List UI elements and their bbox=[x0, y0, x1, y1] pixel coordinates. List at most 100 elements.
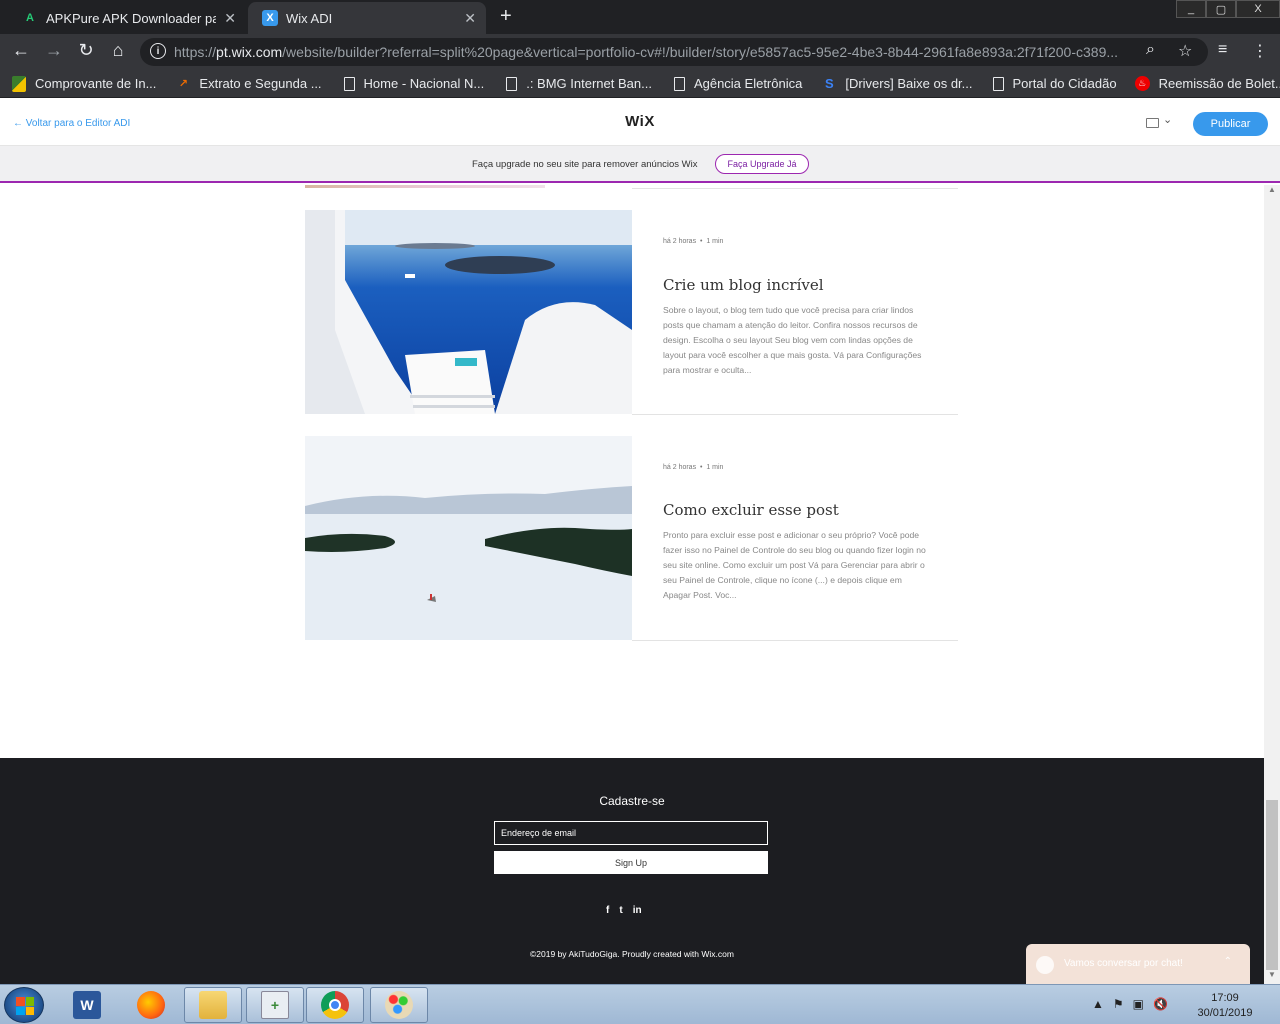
upgrade-message: Faça upgrade no seu site para remover an… bbox=[472, 159, 698, 170]
wix-logo: WiX bbox=[625, 113, 655, 130]
extensions-icon[interactable]: ≡ bbox=[1218, 41, 1227, 59]
chat-bubble-icon bbox=[1036, 956, 1054, 974]
window-controls: _ ▢ X bbox=[1176, 0, 1280, 18]
post-title[interactable]: Crie um blog incrível bbox=[663, 276, 824, 294]
new-tab-icon[interactable]: + bbox=[500, 5, 512, 28]
bookmark-star-icon[interactable]: ☆ bbox=[1178, 41, 1192, 61]
chat-widget[interactable]: Vamos conversar por chat! ⌃ bbox=[1026, 944, 1250, 984]
chrome-icon[interactable] bbox=[306, 987, 364, 1023]
start-button[interactable] bbox=[4, 987, 44, 1023]
url-path: /website/builder?referral=split%20page&v… bbox=[282, 44, 1119, 60]
wix-adi-icon: X bbox=[262, 10, 278, 26]
post-image-santorini[interactable] bbox=[305, 210, 632, 414]
sign-up-button[interactable]: Sign Up bbox=[494, 851, 768, 874]
bookmark-item[interactable]: Portal do Cidadão bbox=[992, 76, 1117, 91]
page-icon bbox=[992, 76, 1004, 91]
action-center-flag-icon[interactable]: ⚑ bbox=[1113, 997, 1124, 1011]
paint-icon[interactable] bbox=[370, 987, 428, 1023]
site-info-icon[interactable]: i bbox=[150, 43, 166, 59]
divider bbox=[632, 188, 958, 189]
bookmark-item[interactable]: .: BMG Internet Ban... bbox=[506, 76, 652, 91]
bookmark-item[interactable]: ↗ Extrato e Segunda ... bbox=[176, 76, 322, 92]
close-window-button[interactable]: X bbox=[1236, 0, 1280, 18]
home-icon[interactable]: ⌂ bbox=[106, 40, 130, 61]
social-links: f t in bbox=[606, 905, 642, 916]
clock-time: 17:09 bbox=[1211, 992, 1239, 1004]
windows-taskbar: W + ▲ ⚑ ▣ 🔇 17:09 30/01/2019 bbox=[0, 984, 1280, 1024]
post-image-lake[interactable] bbox=[305, 436, 632, 640]
back-arrow-icon[interactable]: ← bbox=[9, 40, 33, 61]
blog-post-card[interactable]: há 2 horas • 1 min Crie um blog incrível… bbox=[305, 210, 958, 414]
s-icon: S bbox=[825, 76, 834, 91]
divider bbox=[632, 640, 958, 641]
forward-arrow-icon[interactable]: → bbox=[42, 40, 66, 61]
close-tab-icon[interactable]: ✕ bbox=[464, 10, 476, 27]
bookmarks-bar: Comprovante de In... ↗ Extrato e Segunda … bbox=[0, 70, 1280, 98]
post-meta: há 2 horas • 1 min bbox=[663, 238, 724, 245]
chevron-down-icon[interactable]: ⌄ bbox=[1163, 113, 1172, 126]
bookmark-item[interactable]: S [Drivers] Baixe os dr... bbox=[822, 76, 973, 92]
url-host: pt.wix.com bbox=[216, 44, 283, 60]
browser-tabstrip: A APKPure APK Downloader para A ✕ X Wix … bbox=[0, 0, 1280, 34]
system-tray: ▲ ⚑ ▣ 🔇 bbox=[1092, 997, 1168, 1011]
scrollbar-thumb[interactable] bbox=[1266, 800, 1278, 970]
menu-icon[interactable]: ⋮ bbox=[1252, 41, 1268, 61]
post-excerpt: Pronto para excluir esse post e adiciona… bbox=[663, 530, 926, 600]
chevron-up-icon[interactable]: ⌃ bbox=[1224, 956, 1232, 967]
network-icon[interactable]: ▣ bbox=[1133, 997, 1144, 1011]
signup-title: Cadastre-se bbox=[599, 794, 665, 808]
email-field[interactable] bbox=[494, 821, 768, 845]
scroll-up-icon[interactable]: ▲ bbox=[1264, 185, 1280, 199]
minimize-button[interactable]: _ bbox=[1176, 0, 1206, 18]
scroll-down-icon[interactable]: ▼ bbox=[1264, 970, 1280, 984]
clock-date: 30/01/2019 bbox=[1197, 1007, 1253, 1019]
tab-title: Wix ADI bbox=[286, 10, 333, 26]
close-tab-icon[interactable]: ✕ bbox=[224, 10, 236, 27]
blog-post-card[interactable]: há 2 horas • 1 min Como excluir esse pos… bbox=[305, 436, 958, 640]
tab-apkpure[interactable]: A APKPure APK Downloader para A ✕ bbox=[8, 2, 246, 34]
browser-toolbar: ← → ↻ ⌂ https://pt.wix.com/website/build… bbox=[0, 34, 1280, 70]
boleto-icon: ↗ bbox=[178, 78, 189, 90]
upgrade-banner: Faça upgrade no seu site para remover an… bbox=[0, 146, 1280, 183]
page-icon bbox=[343, 76, 355, 91]
bookmark-item[interactable]: ♨ Reemissão de Bolet... bbox=[1134, 76, 1280, 91]
bookmark-item[interactable]: Comprovante de In... bbox=[12, 75, 156, 92]
santander-icon: ♨ bbox=[1134, 76, 1150, 91]
divider bbox=[632, 414, 958, 415]
facebook-icon[interactable]: f bbox=[606, 905, 609, 916]
editor-header: ← Voltar para o Editor ADI WiX ⌄ Publica… bbox=[0, 98, 1280, 146]
bookmark-item[interactable]: Home - Nacional N... bbox=[343, 76, 484, 91]
bookmark-item[interactable]: Agência Eletrônica bbox=[673, 76, 802, 91]
url-prefix: https:// bbox=[174, 44, 217, 60]
twitter-icon[interactable]: t bbox=[619, 905, 622, 916]
chat-label: Vamos conversar por chat! bbox=[1064, 958, 1183, 969]
page-scrollbar[interactable]: ▲ ▼ bbox=[1264, 185, 1280, 984]
system-clock[interactable]: 17:09 30/01/2019 bbox=[1190, 991, 1260, 1021]
site-preview: há 2 horas • 1 min Crie um blog incrível… bbox=[0, 185, 1264, 758]
previous-post-image bbox=[305, 185, 545, 188]
page-icon bbox=[506, 76, 518, 91]
flag-icon bbox=[12, 75, 26, 92]
word-icon[interactable]: W bbox=[58, 987, 116, 1023]
tab-title: APKPure APK Downloader para A bbox=[46, 10, 216, 26]
post-meta: há 2 horas • 1 min bbox=[663, 464, 724, 471]
reload-icon[interactable]: ↻ bbox=[74, 40, 98, 61]
apkpure-icon: A bbox=[26, 12, 34, 24]
linkedin-icon[interactable]: in bbox=[633, 905, 642, 916]
zoom-icon[interactable]: ⌕ bbox=[1146, 41, 1155, 59]
show-hidden-icons-icon[interactable]: ▲ bbox=[1092, 997, 1104, 1011]
volume-muted-icon[interactable]: 🔇 bbox=[1153, 997, 1168, 1011]
address-bar[interactable]: https://pt.wix.com/website/builder?refer… bbox=[140, 38, 1208, 66]
post-excerpt: Sobre o layout, o blog tem tudo que você… bbox=[663, 305, 922, 375]
post-title[interactable]: Como excluir esse post bbox=[663, 501, 839, 519]
firefox-icon[interactable] bbox=[122, 987, 180, 1023]
publish-button[interactable]: Publicar bbox=[1193, 112, 1268, 136]
restore-button[interactable]: ▢ bbox=[1206, 0, 1236, 18]
tab-wix-adi[interactable]: X Wix ADI ✕ bbox=[248, 2, 486, 34]
windows-logo-icon bbox=[16, 997, 34, 1015]
upgrade-button[interactable]: Faça Upgrade Já bbox=[715, 154, 809, 174]
page-icon bbox=[673, 76, 685, 91]
notepad-plus-icon[interactable]: + bbox=[246, 987, 304, 1023]
desktop-device-icon[interactable] bbox=[1146, 118, 1159, 128]
file-explorer-icon[interactable] bbox=[184, 987, 242, 1023]
